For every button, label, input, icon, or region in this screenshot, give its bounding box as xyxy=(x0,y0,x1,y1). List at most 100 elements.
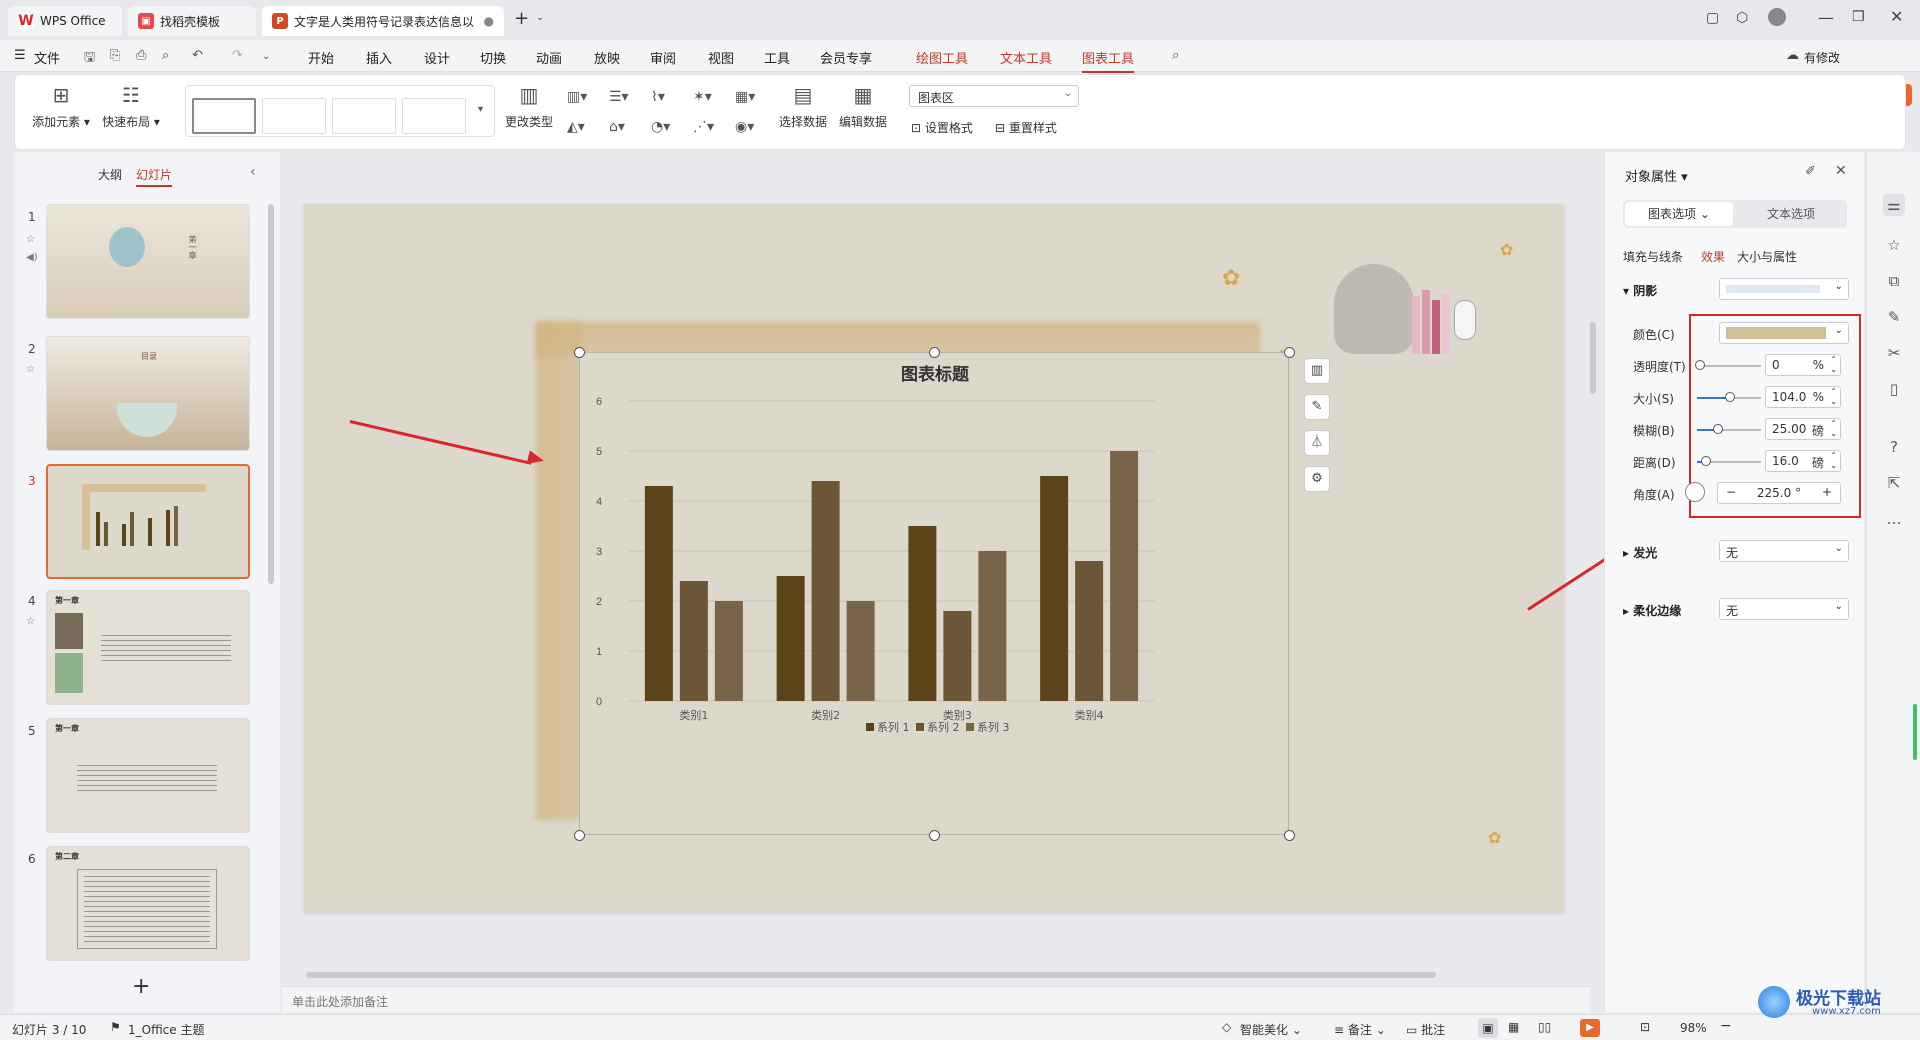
menu-home[interactable]: 开始 xyxy=(308,48,334,67)
subtab-effects[interactable]: 效果 xyxy=(1701,248,1725,265)
restore-icon[interactable]: ❐ xyxy=(1852,9,1865,25)
slide-thumbnail-6[interactable]: 第二章 xyxy=(46,846,250,961)
pin-icon[interactable]: ✐ xyxy=(1805,164,1816,179)
menu-file[interactable]: 文件 xyxy=(34,48,60,67)
menu-animation[interactable]: 动画 xyxy=(536,48,562,67)
transparency-slider[interactable] xyxy=(1697,365,1761,367)
menu-drawing-tools[interactable]: 绘图工具 xyxy=(916,48,968,67)
spinner-icon[interactable]: ⌃ ⌄ xyxy=(1830,387,1837,407)
slide-thumbnail-3-selected[interactable] xyxy=(46,464,250,579)
smart-beautify-button[interactable]: 智能美化 ⌄ xyxy=(1240,1021,1302,1038)
new-tab-icon[interactable]: + xyxy=(514,8,529,29)
blur-input[interactable]: 25.00 磅 ⌃ ⌄ xyxy=(1765,418,1841,440)
spinner-icon[interactable]: ⌃ ⌄ xyxy=(1830,419,1837,439)
reading-view-icon[interactable]: ▯▯ xyxy=(1538,1020,1551,1034)
resize-handle[interactable] xyxy=(1284,347,1295,358)
menu-insert[interactable]: 插入 xyxy=(366,48,392,67)
bar[interactable] xyxy=(846,601,875,701)
quick-layout-button[interactable]: ☷ 快速布局 ▾ xyxy=(99,83,163,130)
gallery-more-icon[interactable]: ▾ xyxy=(478,104,483,115)
tab-wps-office[interactable]: W WPS Office xyxy=(8,6,122,36)
bar[interactable] xyxy=(644,486,673,701)
notes-placeholder[interactable]: 单击此处添加备注 xyxy=(292,993,388,1010)
chart-style-3[interactable] xyxy=(332,98,396,134)
star-icon[interactable]: ☆ xyxy=(26,234,35,245)
slide-thumbnail-5[interactable]: 第一章 xyxy=(46,718,250,833)
menu-chart-tools[interactable]: 图表工具 xyxy=(1082,48,1135,73)
bar[interactable] xyxy=(714,601,743,701)
spinner-icon[interactable]: ⌃ ⌄ xyxy=(1830,451,1837,471)
chart-style-brush-icon[interactable]: ✎ xyxy=(1304,394,1330,420)
export-icon[interactable]: ⎘ xyxy=(110,48,120,63)
blur-slider-knob[interactable] xyxy=(1713,424,1723,434)
resize-handle[interactable] xyxy=(929,347,940,358)
spinner-icon[interactable]: ⌃ ⌄ xyxy=(1830,355,1837,375)
avatar[interactable] xyxy=(1768,8,1786,26)
line-chart-icon[interactable]: ⌇▾ xyxy=(651,89,665,105)
bar[interactable] xyxy=(978,551,1007,701)
edit-icon[interactable]: ✎ xyxy=(1883,306,1905,328)
slide-thumbnail-1[interactable]: 第一章 xyxy=(46,204,250,319)
panel-title[interactable]: 对象属性 ▾ xyxy=(1625,166,1688,185)
close-panel-icon[interactable]: ✕ xyxy=(1835,163,1847,179)
chart-settings-icon[interactable]: ⚙ xyxy=(1304,466,1330,492)
glow-section[interactable]: ▸ 发光 xyxy=(1623,544,1657,561)
grid-chart-icon[interactable]: ▦▾ xyxy=(735,89,755,105)
tab-presentation[interactable]: P 文字是人类用符号记录表达信息以 ● xyxy=(262,6,504,36)
minimize-icon[interactable]: — xyxy=(1818,8,1834,27)
subtab-size-properties[interactable]: 大小与属性 xyxy=(1737,248,1797,265)
pie-chart-icon[interactable]: ◔▾ xyxy=(651,119,670,135)
tab-text-options[interactable]: 文本选项 xyxy=(1737,202,1845,226)
chart-style-1[interactable] xyxy=(192,98,256,134)
combo-chart-icon[interactable]: ◉▾ xyxy=(735,119,754,135)
bar[interactable] xyxy=(679,581,708,701)
transparency-slider-knob[interactable] xyxy=(1695,360,1705,370)
share-icon[interactable]: ⇱ xyxy=(1883,472,1905,494)
star-icon[interactable]: ☆ xyxy=(26,616,35,627)
redo-icon[interactable]: ↷ xyxy=(232,48,243,63)
grid-view-icon[interactable]: ▦ xyxy=(1508,1020,1519,1034)
notes-pane[interactable]: 单击此处添加备注 xyxy=(282,986,1590,1012)
close-window-icon[interactable]: ✕ xyxy=(1890,7,1903,26)
increment-icon[interactable]: + xyxy=(1822,485,1832,499)
tab-modified-dot-icon[interactable]: ● xyxy=(484,14,494,28)
size-slider-knob[interactable] xyxy=(1725,392,1735,402)
menu-member[interactable]: 会员专享 xyxy=(820,48,872,67)
tab-list-chevron-icon[interactable]: ⌄ xyxy=(536,12,544,23)
resize-handle[interactable] xyxy=(1284,830,1295,841)
select-data-button[interactable]: ▤ 选择数据 xyxy=(777,83,829,130)
reset-style-button[interactable]: ⊟ 重置样式 xyxy=(995,119,1057,136)
soft-edge-select[interactable]: 无 ⌄ xyxy=(1719,598,1849,620)
distance-input[interactable]: 16.0 磅 ⌃ ⌄ xyxy=(1765,450,1841,472)
slide-thumbnail-2[interactable]: 目录 xyxy=(46,336,250,451)
more-icon[interactable]: … xyxy=(1883,508,1905,530)
horizontal-scrollbar[interactable] xyxy=(306,972,1436,978)
save-icon[interactable]: 🖫 xyxy=(84,48,95,70)
transparency-input[interactable]: 0 % ⌃ ⌄ xyxy=(1765,354,1841,376)
tab-docer[interactable]: ▣ 找稻壳模板 xyxy=(128,6,256,36)
bar[interactable] xyxy=(811,481,840,701)
thumbnail-scrollbar[interactable] xyxy=(268,204,274,584)
bar[interactable] xyxy=(1040,476,1069,701)
chart-object[interactable]: 图表标题 0 1 2 3 4 5 6 类别1 类别2 类别3 类别4 系列 1 系列 2 系列 3 xyxy=(579,352,1289,835)
menu-slideshow[interactable]: 放映 xyxy=(594,48,620,67)
bar[interactable] xyxy=(1075,561,1104,701)
shadow-color-picker[interactable]: ⌄ xyxy=(1719,322,1849,344)
book-icon[interactable]: ▯ xyxy=(1883,378,1905,400)
undo-icon[interactable]: ↶ xyxy=(192,48,203,63)
tab-slides[interactable]: 幻灯片 xyxy=(136,166,173,187)
decrement-icon[interactable]: − xyxy=(1726,485,1736,499)
tab-chart-options[interactable]: 图表选项 ⌄ xyxy=(1625,202,1733,226)
comment-button[interactable]: ▭ 批注 xyxy=(1406,1021,1445,1038)
hamburger-icon[interactable]: ☰ xyxy=(14,48,26,63)
angle-dial-icon[interactable] xyxy=(1685,482,1705,502)
add-element-button[interactable]: ⊞ 添加元素 ▾ xyxy=(29,83,93,130)
chart-style-2[interactable] xyxy=(262,98,326,134)
chart-elements-icon[interactable]: ▥ xyxy=(1304,358,1330,384)
chart-legend[interactable]: 系列 1 系列 2 系列 3 xyxy=(866,720,1010,734)
distance-slider-knob[interactable] xyxy=(1701,456,1711,466)
size-input[interactable]: 104.0 % ⌃ ⌄ xyxy=(1765,386,1841,408)
bar[interactable] xyxy=(776,576,805,701)
help-icon[interactable]: ? xyxy=(1883,436,1905,458)
search-icon[interactable]: ⌕ xyxy=(1172,48,1179,63)
